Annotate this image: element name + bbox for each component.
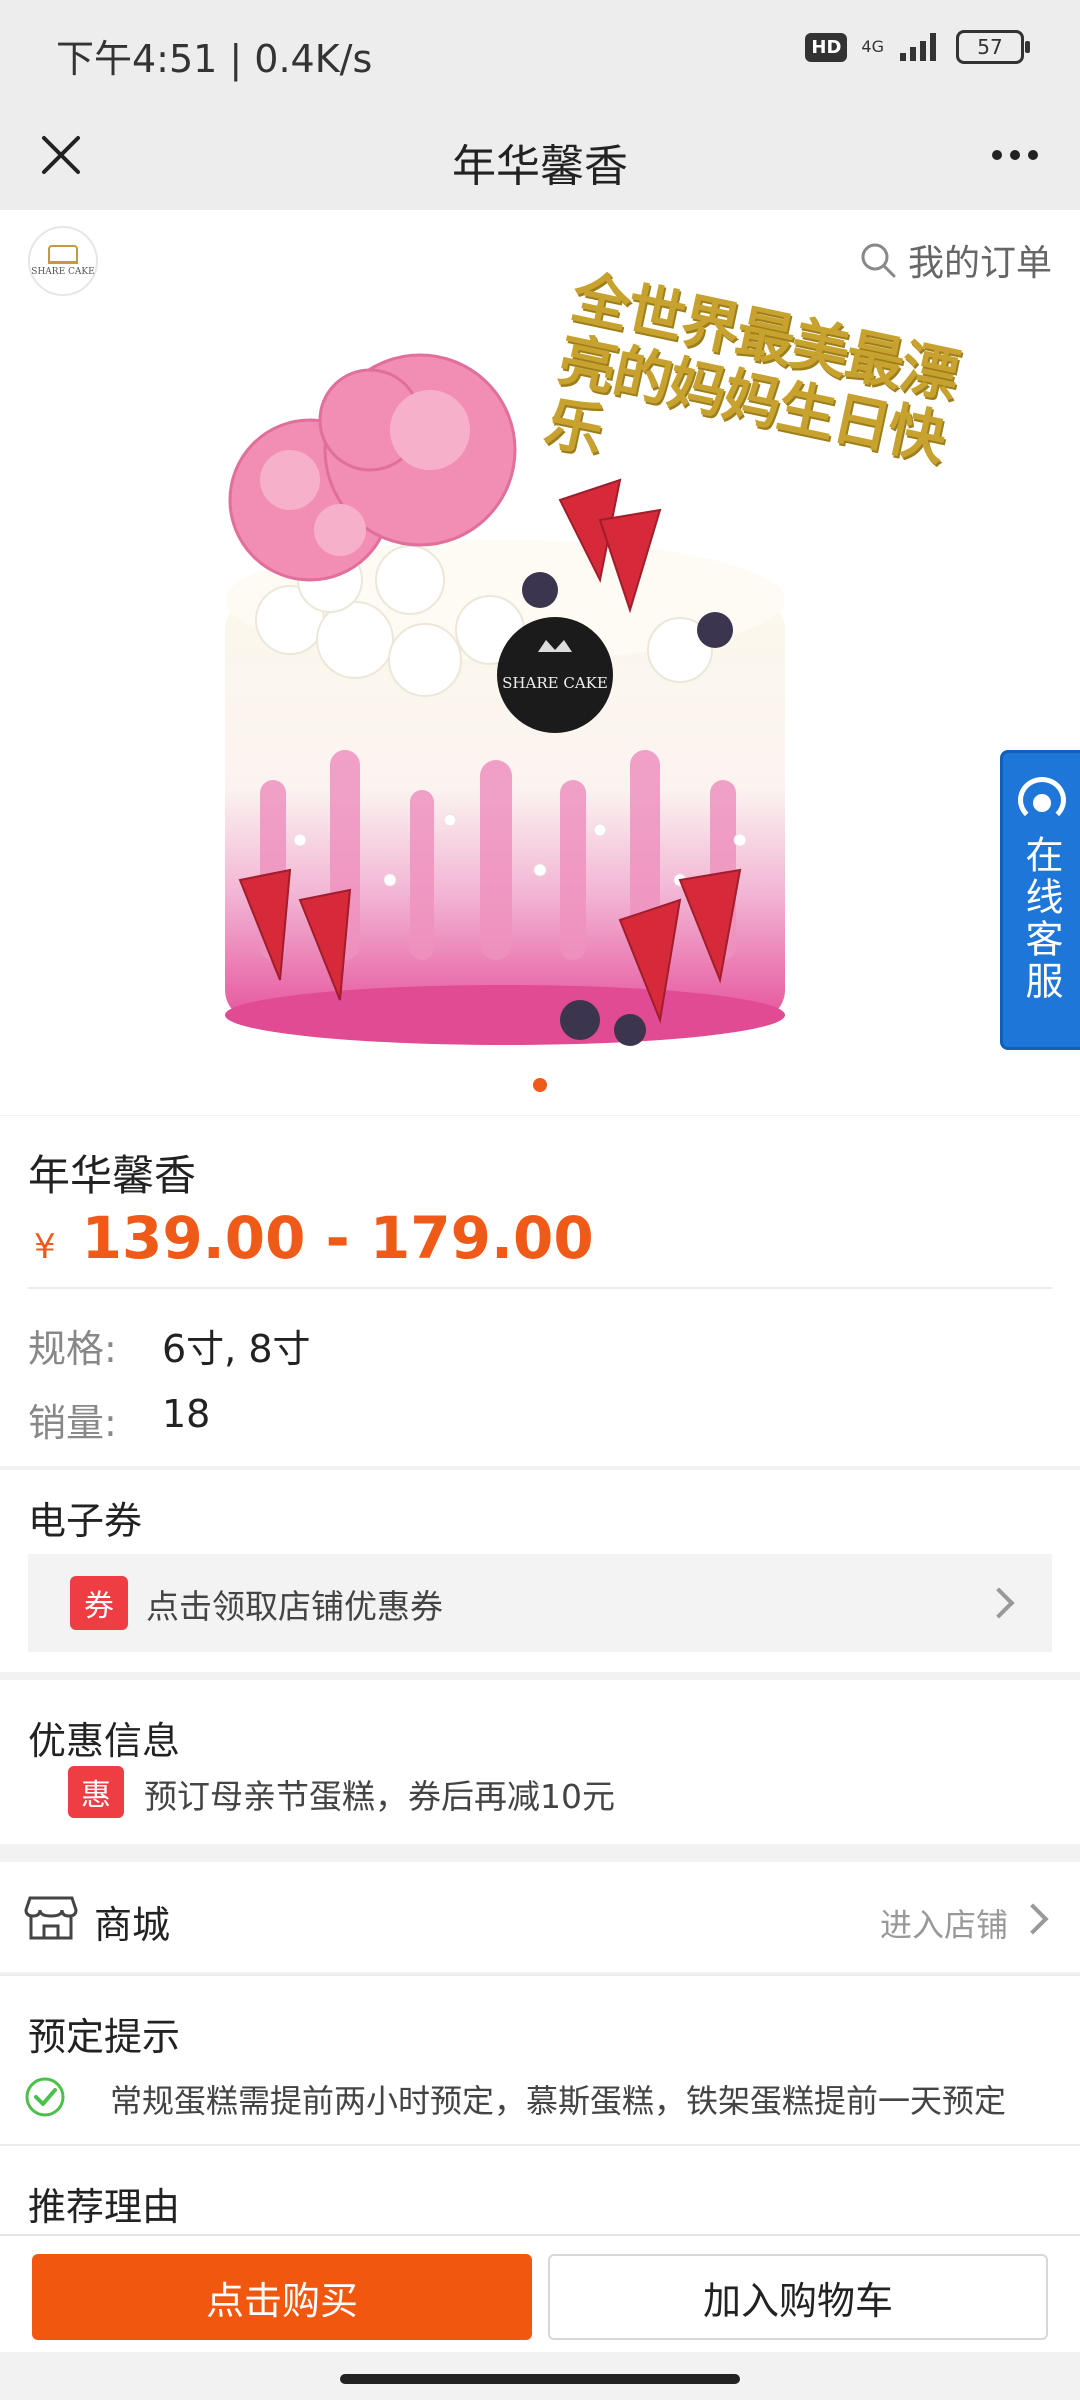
battery-level: 57 (977, 35, 1003, 59)
promo-title: 优惠信息 (28, 1719, 181, 1763)
more-icon-dot (1028, 150, 1038, 160)
product-image-carousel[interactable]: SHARE CAKE 我的订单 SHARE CAKE 全世界最美最漂亮的妈妈生日… (0, 210, 1080, 1115)
price-currency: ¥ (34, 1227, 56, 1267)
online-support-button[interactable]: 在线客服 (1000, 750, 1080, 1050)
my-orders-link[interactable]: 我的订单 (858, 234, 1052, 286)
price-row: ¥ 139.00 - 179.00 (34, 1204, 594, 1272)
battery-icon: 57 (956, 30, 1030, 64)
booking-notice-title: 预定提示 (28, 2015, 181, 2059)
shop-icon (24, 1896, 78, 1940)
online-support-label: 在线客服 (1019, 835, 1063, 1003)
recommend-reason-title: 推荐理由 (28, 2185, 181, 2229)
spec-row: 规格: 6寸, 8寸 (28, 1318, 311, 1373)
product-info: 年华馨香 ¥ 139.00 - 179.00 规格: 6寸, 8寸 销量: 18 (0, 1116, 1080, 1466)
product-name: 年华馨香 (28, 1151, 197, 1200)
more-button[interactable] (980, 122, 1050, 188)
coupon-tag: 券 (70, 1576, 128, 1630)
booking-notice-text: 常规蛋糕需提前两小时预定，慕斯蛋糕，铁架蛋糕提前一天预定 (110, 2082, 1007, 2120)
more-icon-dot (1010, 150, 1020, 160)
promo-section: 优惠信息 惠 预订母亲节蛋糕，券后再减10元 (0, 1680, 1080, 1844)
buy-now-button[interactable]: 点击购买 (32, 2254, 532, 2340)
crown-icon (48, 245, 78, 264)
home-indicator[interactable] (340, 2374, 740, 2384)
cake-brand-text: SHARE CAKE (502, 674, 608, 692)
promo-tag: 惠 (68, 1766, 124, 1818)
chevron-right-icon (1017, 1903, 1049, 1935)
sales-value: 18 (162, 1392, 211, 1436)
status-bar: 下午4:51 | 0.4K/s HD 4G 57 (0, 0, 1080, 100)
signal-icon (900, 33, 936, 61)
network-label: 4G (861, 37, 884, 56)
bottom-action-bar: 点击购买 加入购物车 (0, 2234, 1080, 2354)
title-bar: 年华馨香 (0, 100, 1080, 210)
check-circle-icon (25, 2077, 65, 2117)
search-icon (861, 243, 896, 278)
shop-label: 商城 (94, 1903, 171, 1947)
chevron-right-icon (983, 1587, 1015, 1619)
status-time: 下午4:51 | 0.4K/s (56, 37, 373, 81)
sales-row: 销量: 18 (28, 1392, 210, 1447)
sales-key: 销量: (28, 1401, 117, 1445)
my-orders-label: 我的订单 (907, 243, 1052, 284)
price-range: 139.00 - 179.00 (81, 1204, 594, 1272)
add-to-cart-button[interactable]: 加入购物车 (548, 2254, 1048, 2340)
headset-icon (1017, 777, 1066, 823)
more-icon (992, 150, 1002, 160)
hd-icon: HD (805, 32, 848, 62)
spec-value: 6寸, 8寸 (162, 1327, 311, 1371)
divider (28, 1287, 1052, 1289)
coupon-section: 电子券 券 点击领取店铺优惠券 (0, 1470, 1080, 1672)
coupon-title: 电子券 (28, 1499, 143, 1543)
coupon-text: 点击领取店铺优惠券 (146, 1587, 443, 1626)
claim-coupon-button[interactable]: 券 点击领取店铺优惠券 (28, 1554, 1052, 1652)
status-icons: HD 4G 57 (805, 30, 1030, 64)
shop-row[interactable]: 商城 进入店铺 (0, 1862, 1080, 1972)
logo-text: SHARE CAKE (31, 267, 95, 277)
spec-key: 规格: (28, 1327, 117, 1371)
promo-text: 预订母亲节蛋糕，券后再减10元 (144, 1777, 615, 1816)
carousel-indicator (533, 1078, 547, 1092)
page-title: 年华馨香 (452, 141, 628, 192)
shop-logo[interactable]: SHARE CAKE (28, 226, 98, 296)
recommend-reason-section: 推荐理由 (0, 2144, 1080, 2236)
booking-notice-section: 预定提示 常规蛋糕需提前两小时预定，慕斯蛋糕，铁架蛋糕提前一天预定 (0, 1974, 1080, 2144)
enter-shop-link[interactable]: 进入店铺 (880, 1900, 1008, 1946)
